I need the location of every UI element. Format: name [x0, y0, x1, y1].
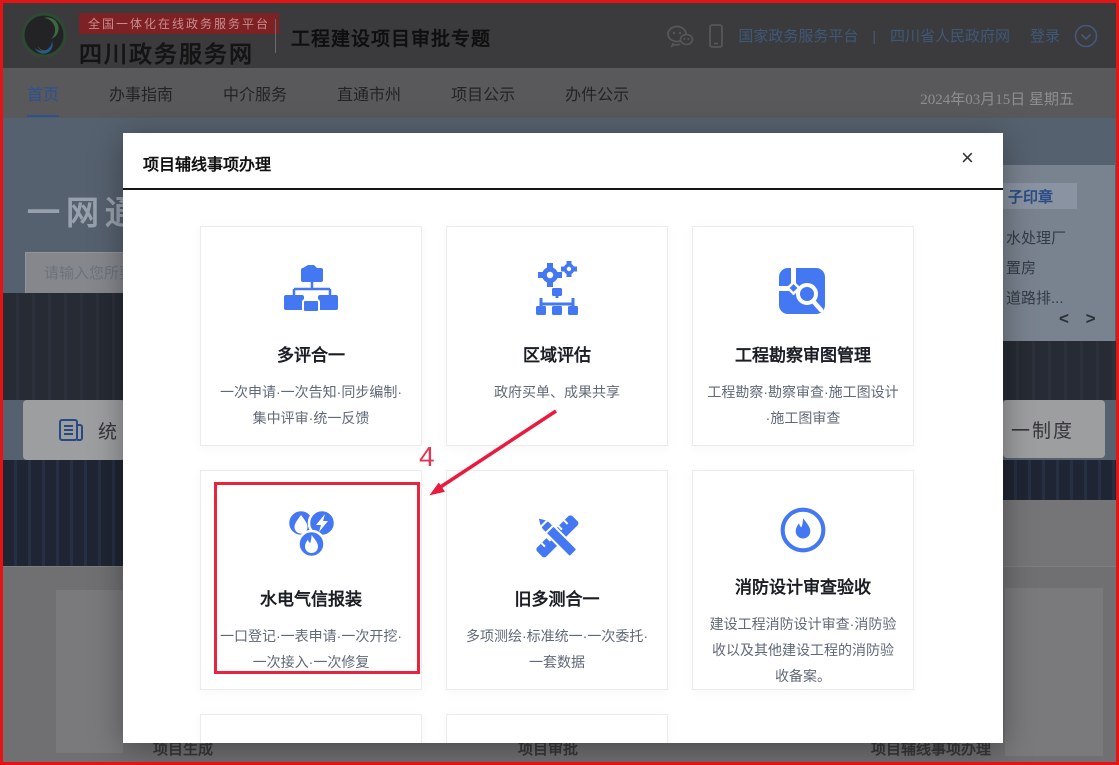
card-desc: 一口登记·一表申请·一次开挖·一次接入·一次修复	[201, 623, 421, 675]
gears-flow-icon	[525, 260, 589, 324]
card-partial-1[interactable]	[200, 714, 422, 743]
link-separator: |	[872, 28, 876, 44]
panel-item-road-drain[interactable]: 道路排...	[1006, 287, 1064, 308]
header-divider	[275, 19, 276, 53]
header-right: 国家政务服务平台 | 四川省人民政府网 登录	[666, 3, 1098, 68]
nav-item-home[interactable]: 首页	[27, 81, 59, 105]
city-photo-left	[3, 293, 123, 400]
modal-title-divider	[123, 188, 1003, 190]
national-platform-badge: 全国一体化在线政务服务平台	[79, 13, 279, 34]
national-gov-link[interactable]: 国家政务服务平台	[738, 25, 858, 46]
sichuan-gov-logo-icon	[21, 12, 67, 58]
org-folders-icon	[279, 260, 343, 324]
card-desc: 政府买单、成果共享	[481, 379, 633, 405]
auxiliary-matters-modal: 项目辅线事项办理 × 多评合一 一次申请·一次告知·同步编制·集中评审·统一反馈	[123, 133, 1003, 743]
card-title: 工程勘察审图管理	[735, 341, 871, 366]
water-power-gas-icon	[279, 504, 343, 568]
card-title: 区域评估	[523, 341, 591, 366]
card-utilities-installation[interactable]: 水电气信报装 一口登记·一表申请·一次开挖·一次接入·一次修复	[200, 470, 422, 690]
page-title: 工程建设项目审批专题	[291, 24, 491, 51]
panel-item-water-plant[interactable]: 水处理厂	[1006, 227, 1066, 248]
card-multi-survey[interactable]: 旧多测合一 多项测绘·标准统一·一次委托·一套数据	[446, 470, 668, 690]
city-photo-right-lower	[1003, 460, 1119, 500]
document-icon	[58, 418, 84, 442]
card-desc: 工程勘察·勘察审查·施工图设计·施工图审查	[693, 379, 913, 431]
e-seal-chip[interactable]: 子印章	[1003, 183, 1077, 209]
ruler-pencil-icon	[525, 504, 589, 568]
system-button-label: 一制度	[1011, 416, 1074, 443]
nav-item-case-public[interactable]: 办件公示	[565, 81, 629, 105]
card-partial-2[interactable]	[446, 714, 668, 743]
card-desc: 多项测绘·标准统一·一次委托·一套数据	[447, 623, 667, 675]
site-header: 全国一体化在线政务服务平台 四川政务服务网 工程建设项目审批专题 国家政务服务平…	[3, 3, 1116, 68]
login-link[interactable]: 登录	[1030, 25, 1060, 46]
current-date: 2024年03月15日 星期五	[920, 88, 1074, 109]
close-icon[interactable]: ×	[961, 147, 974, 169]
card-fire-design-review[interactable]: 消防设计审查验收 建设工程消防设计审查·消防验收以及其他建设工程的消防验收备案。	[692, 470, 914, 690]
city-photo-right	[1003, 341, 1119, 400]
card-survey-drawing-review[interactable]: 工程勘察审图管理 工程勘察·勘察审查·施工图设计·施工图审查	[692, 226, 914, 446]
chevron-down-icon[interactable]	[1074, 24, 1098, 48]
provincial-gov-link[interactable]: 四川省人民政府网	[890, 25, 1010, 46]
card-title: 消防设计审查验收	[735, 573, 871, 598]
nav-item-guide[interactable]: 办事指南	[109, 81, 173, 105]
modal-title: 项目辅线事项办理	[143, 151, 271, 175]
card-title: 多评合一	[277, 341, 345, 366]
quick-links-panel: 子印章 水处理厂 置房 道路排... < >	[1003, 165, 1115, 341]
nav-item-project-public[interactable]: 项目公示	[451, 81, 515, 105]
card-multi-evaluation[interactable]: 多评合一 一次申请·一次告知·同步编制·集中评审·统一反馈	[200, 226, 422, 446]
wechat-icon[interactable]	[666, 24, 694, 48]
mobile-icon[interactable]	[708, 23, 724, 49]
city-photo-left-lower	[3, 460, 123, 566]
e-seal-label: 子印章	[1008, 186, 1053, 207]
site-name: 四川政务服务网	[79, 35, 279, 69]
nav-item-agency[interactable]: 中介服务	[223, 81, 287, 105]
system-button[interactable]: 一制度	[1003, 400, 1105, 458]
bottom-card-right	[1005, 588, 1103, 756]
brand-block: 全国一体化在线政务服务平台 四川政务服务网	[79, 13, 279, 69]
card-desc: 一次申请·一次告知·同步编制·集中评审·统一反馈	[201, 379, 421, 431]
fire-circle-icon	[771, 504, 835, 556]
bg-fill-right	[1003, 500, 1119, 566]
card-desc: 建设工程消防设计审查·消防验收以及其他建设工程的消防验收备案。	[693, 611, 913, 689]
panel-pager[interactable]: < >	[1059, 309, 1102, 329]
nav-item-cities[interactable]: 直通市州	[337, 81, 401, 105]
panel-item-housing[interactable]: 置房	[1006, 257, 1036, 278]
stats-button[interactable]: 统	[23, 400, 125, 460]
bottom-card-left	[56, 590, 123, 753]
card-title: 水电气信报装	[260, 585, 362, 610]
page: 全国一体化在线政务服务平台 四川政务服务网 工程建设项目审批专题 国家政务服务平…	[0, 0, 1119, 765]
card-title: 旧多测合一	[515, 585, 600, 610]
stats-button-label: 统	[98, 417, 119, 444]
card-regional-assessment[interactable]: 区域评估 政府买单、成果共享	[446, 226, 668, 446]
blueprint-search-icon	[771, 260, 835, 324]
